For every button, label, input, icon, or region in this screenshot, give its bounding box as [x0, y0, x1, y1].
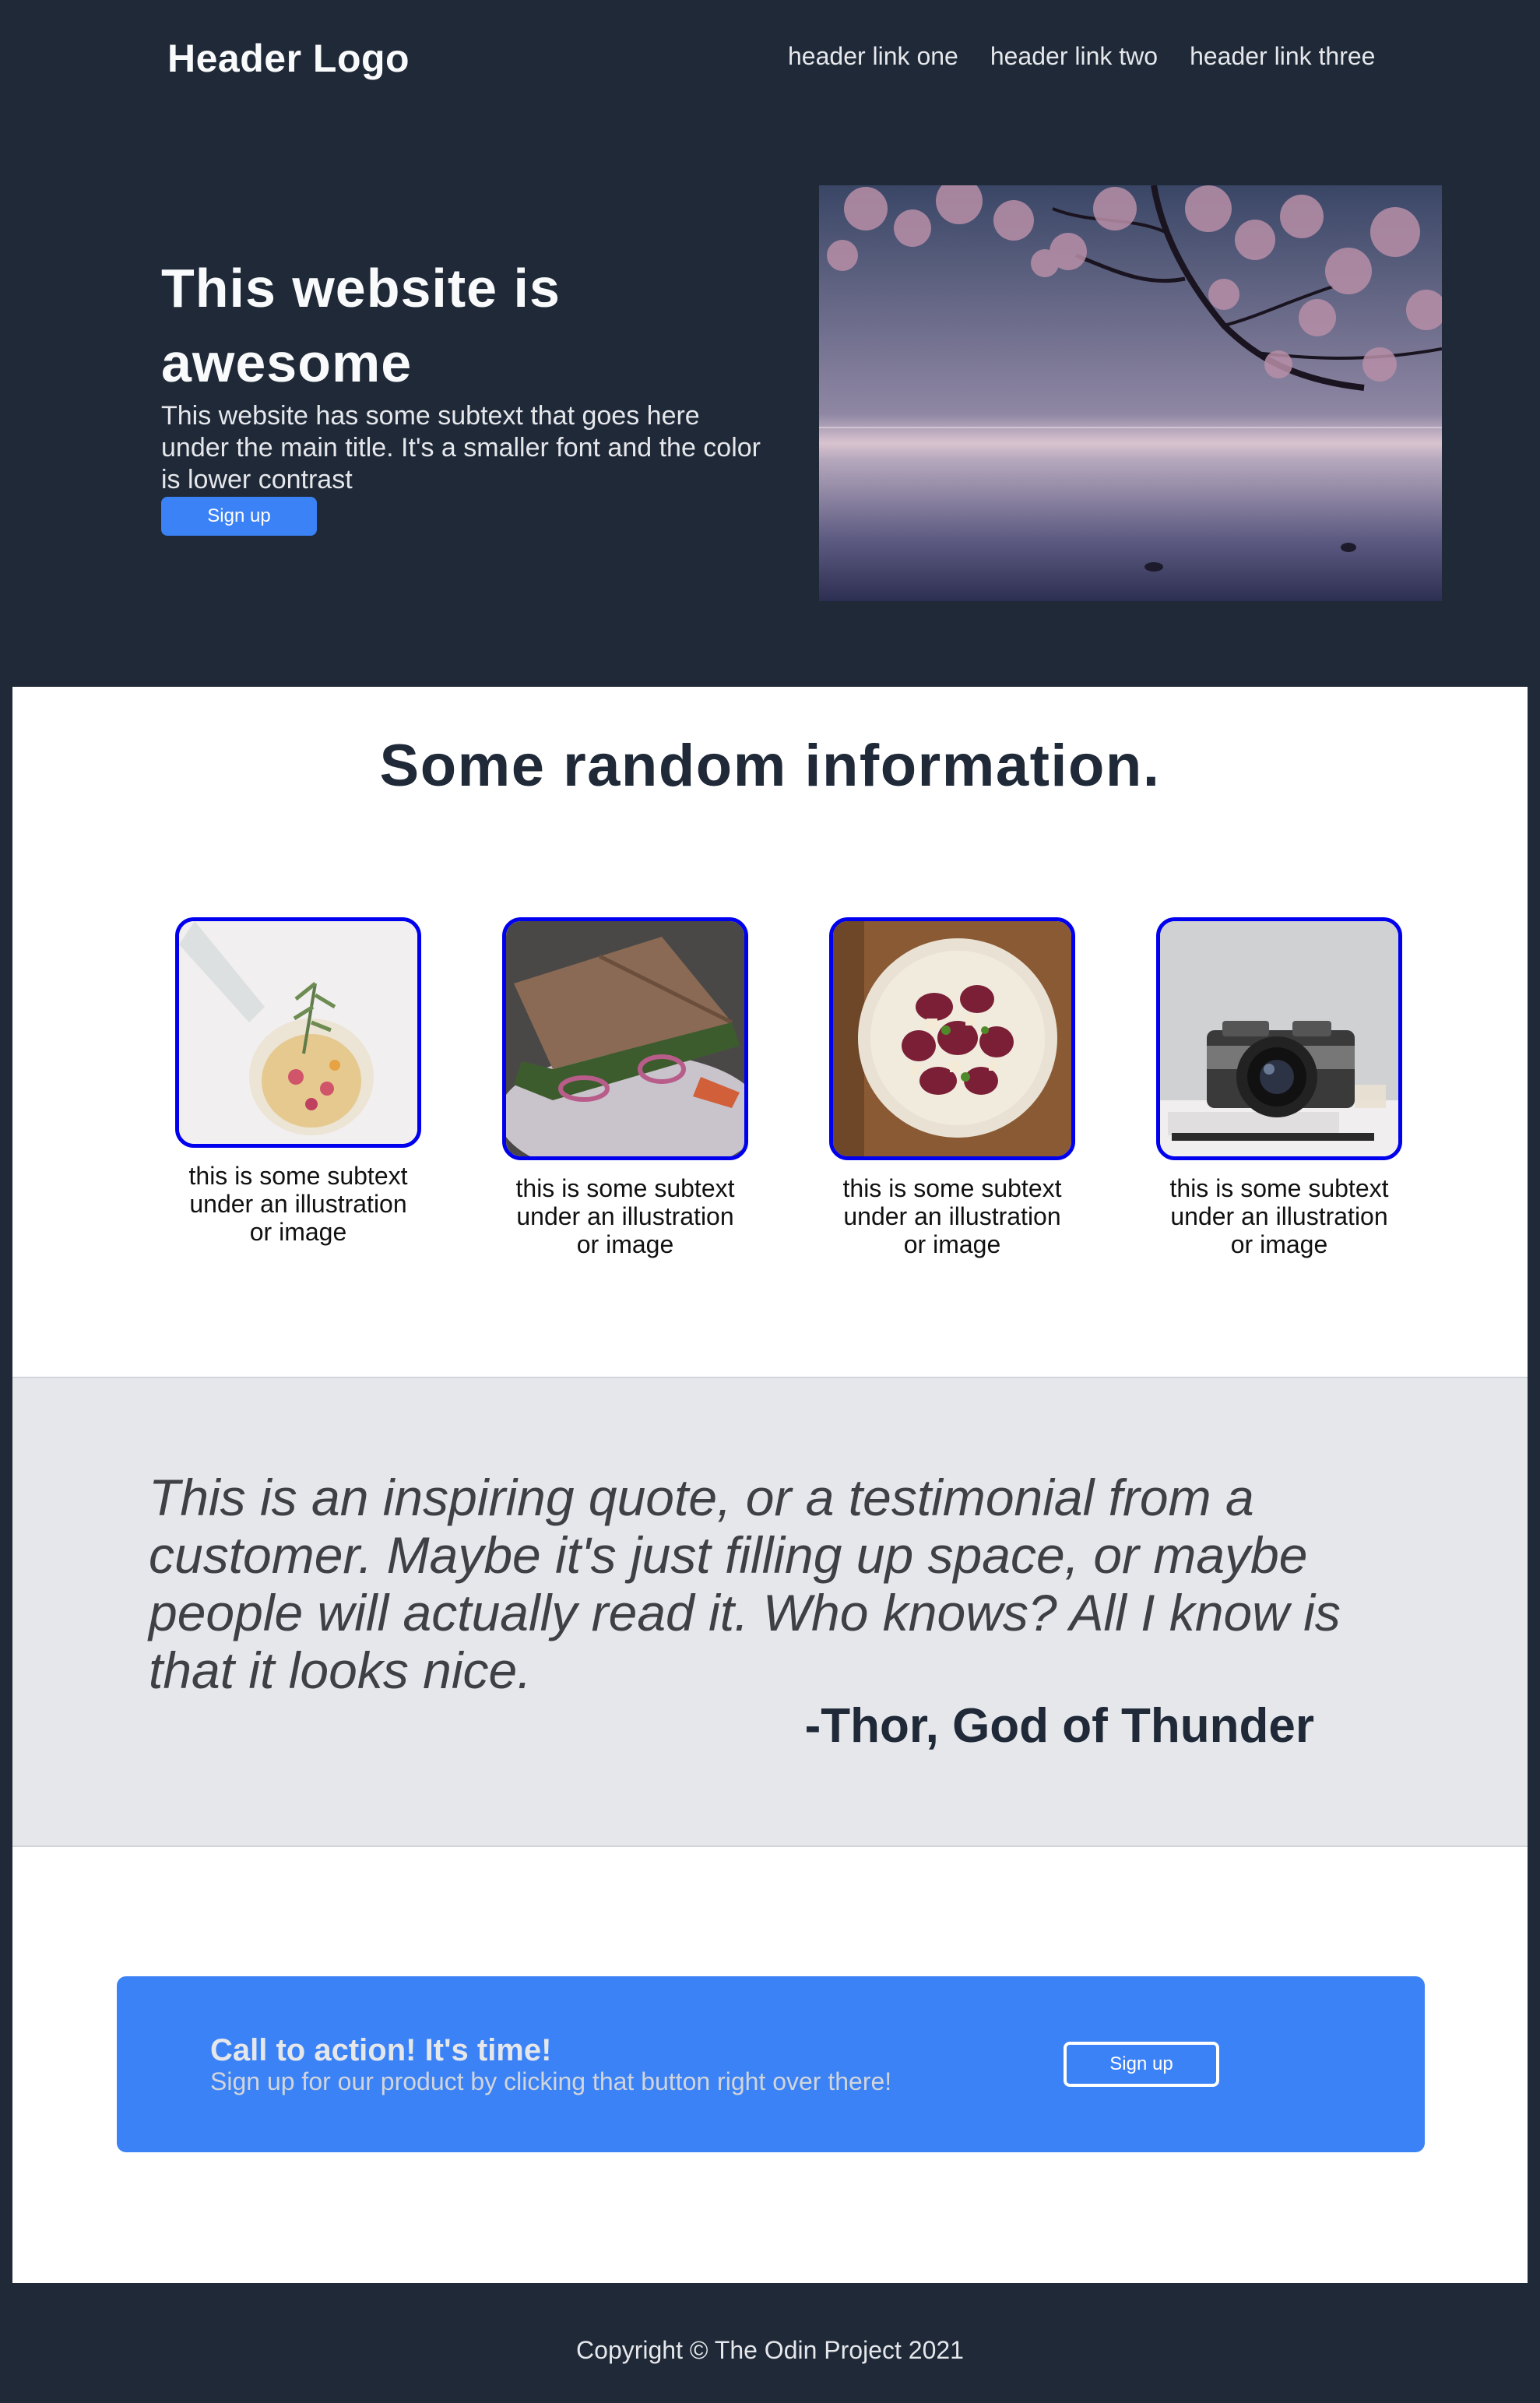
header-link-three[interactable]: header link three [1190, 40, 1375, 72]
drink-glass-image [175, 917, 421, 1148]
sandwich-image [502, 917, 748, 1160]
footer: Copyright © The Odin Project 2021 [0, 2283, 1540, 2403]
info-card: this is some subtext under an illustrati… [820, 917, 1085, 1258]
testimonial-quote: This is an inspiring quote, or a testimo… [149, 1469, 1341, 1699]
cta-title: Call to action! It's time! [210, 2033, 552, 2067]
hero-signup-button[interactable]: Sign up [161, 497, 317, 536]
header-logo[interactable]: Header Logo [167, 31, 410, 86]
header: Header Logo header link one header link … [0, 0, 1540, 687]
card-caption: this is some subtext under an illustrati… [1169, 1174, 1389, 1258]
hero-subtext: This website has some subtext that goes … [161, 401, 761, 494]
hero-title: This website is awesome [161, 258, 561, 393]
quote-section: This is an inspiring quote, or a testimo… [12, 1378, 1528, 1847]
cta-subtext: Sign up for our product by clicking that… [210, 2067, 892, 2095]
plated-dish-image [829, 917, 1075, 1160]
footer-copyright: Copyright © The Odin Project 2021 [576, 2336, 964, 2364]
cta-signup-button[interactable]: Sign up [1064, 2042, 1219, 2087]
header-nav: header link one header link two header l… [788, 40, 1375, 72]
cta-section: Call to action! It's time! Sign up for o… [12, 1847, 1528, 2283]
info-title: Some random information. [379, 733, 1161, 799]
cherry-blossom-lake-image [819, 185, 1442, 601]
info-card: this is some subtext under an illustrati… [166, 917, 431, 1246]
card-caption: this is some subtext under an illustrati… [188, 1162, 408, 1246]
header-link-two[interactable]: header link two [990, 40, 1158, 72]
camera-image [1156, 917, 1402, 1160]
info-card: this is some subtext under an illustrati… [493, 917, 758, 1258]
quote-author: -Thor, God of Thunder [804, 1699, 1314, 1753]
card-caption: this is some subtext under an illustrati… [515, 1174, 735, 1258]
hero-text: This website is awesome This website has… [161, 251, 776, 496]
card-caption: this is some subtext under an illustrati… [842, 1174, 1062, 1258]
cta-box: Call to action! It's time! Sign up for o… [117, 1976, 1425, 2152]
info-section: Some random information. this is some su… [12, 687, 1528, 1378]
header-link-one[interactable]: header link one [788, 40, 958, 72]
info-card: this is some subtext under an illustrati… [1147, 917, 1412, 1258]
